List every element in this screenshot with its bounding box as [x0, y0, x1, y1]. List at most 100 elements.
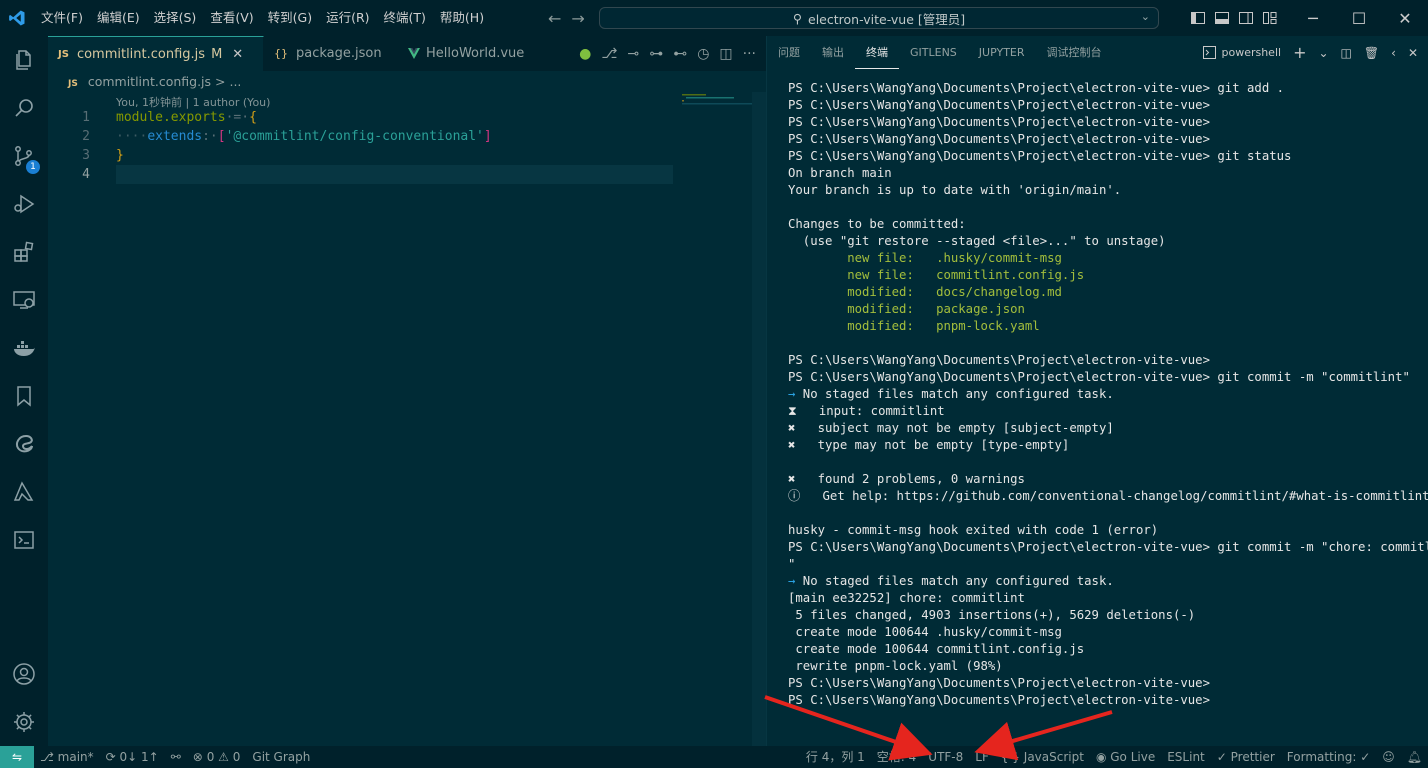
remote-explorer-icon[interactable] [0, 276, 48, 324]
extensions-icon[interactable] [0, 228, 48, 276]
source-control-icon[interactable]: 1 [0, 132, 48, 180]
remote-indicator-icon[interactable]: ⇋ [0, 746, 34, 768]
shell-selector[interactable]: powershell [1203, 46, 1281, 59]
line-number: 1 [82, 110, 90, 125]
terminal-line: ⓘ Get help: https://github.com/conventio… [788, 488, 1428, 505]
git-compare-icon[interactable]: ⚯ [165, 746, 187, 768]
timeline-icon[interactable]: ◷ [697, 46, 709, 62]
git-next-icon[interactable]: ⊷ [673, 46, 687, 62]
split-terminal-icon[interactable]: ◫ [1341, 46, 1352, 60]
feedback-icon[interactable]: ☺ [1376, 746, 1401, 768]
modified-indicator: M [211, 46, 223, 62]
menu-selection[interactable]: 选择(S) [147, 0, 204, 36]
indentation[interactable]: 空格: 4 [871, 746, 923, 768]
git-commit-icon[interactable]: ⊶ [649, 46, 663, 62]
search-icon: ⚲ [792, 10, 803, 26]
terminal-line-text: No staged files match any configured tas… [795, 387, 1114, 401]
settings-gear-icon[interactable] [0, 698, 48, 746]
command-center[interactable]: ⚲ electron-vite-vue [管理员] ⌄ [599, 7, 1159, 29]
toggle-secondary-sidebar-icon[interactable] [1238, 10, 1254, 26]
formatting-status[interactable]: Formatting: ✓ [1281, 746, 1376, 768]
tab-debug-console[interactable]: 调试控制台 [1036, 36, 1113, 69]
branch-status[interactable]: ⎇ main* [34, 746, 100, 768]
search-icon[interactable] [0, 84, 48, 132]
chevron-down-icon[interactable]: ⌄ [1318, 46, 1328, 60]
account-icon[interactable] [0, 650, 48, 698]
tab-jupyter[interactable]: JUPYTER [968, 36, 1036, 69]
trash-icon[interactable]: 🗑 [1364, 46, 1379, 60]
terminal-line: PS C:\Users\WangYang\Documents\Project\e… [788, 80, 1428, 97]
explorer-icon[interactable] [0, 36, 48, 84]
edge-icon[interactable] [0, 420, 48, 468]
toggle-panel-icon[interactable] [1214, 10, 1230, 26]
terminal-line-text: PS C:\Users\WangYang\Documents\Project\e… [788, 540, 1428, 554]
more-actions-icon[interactable]: ··· [743, 46, 756, 62]
terminal-line: PS C:\Users\WangYang\Documents\Project\e… [788, 539, 1428, 556]
cursor-position[interactable]: 行 4，列 1 [800, 746, 871, 768]
bookmarks-icon[interactable] [0, 372, 48, 420]
breadcrumb-rest[interactable]: ... [229, 74, 241, 89]
prettier-status[interactable]: ✓ Prettier [1211, 746, 1281, 768]
terminal-line: modified: docs/changelog.md [788, 284, 1428, 301]
tab-helloworld-vue[interactable]: HelloWorld.vue [398, 36, 546, 71]
code-line: 3 } [48, 146, 766, 165]
eslint-status[interactable]: ESLint [1161, 746, 1211, 768]
warning-icon: ⚠ [218, 750, 229, 764]
language-mode[interactable]: { } JavaScript [995, 746, 1090, 768]
terminal-line: ✖ subject may not be empty [subject-empt… [788, 420, 1428, 437]
terminal-line-text: PS C:\Users\WangYang\Documents\Project\e… [788, 693, 1210, 707]
menu-edit[interactable]: 编辑(E) [90, 0, 147, 36]
shell-name: powershell [1221, 46, 1282, 59]
docker-icon[interactable] [0, 324, 48, 372]
end-of-line[interactable]: LF [969, 746, 995, 768]
code-editor[interactable]: 1 module.exports·=·{ 2 ····extends:·['@c… [48, 108, 766, 184]
tab-output[interactable]: 输出 [811, 36, 855, 69]
chevron-down-icon[interactable]: ⌄ [1141, 10, 1150, 23]
tab-gitlens[interactable]: GITLENS [899, 36, 968, 69]
menu-help[interactable]: 帮助(H) [433, 0, 491, 36]
maximize-icon[interactable]: ☐ [1336, 0, 1382, 36]
open-changes-icon[interactable]: ⎇ [601, 46, 617, 62]
menu-run[interactable]: 运行(R) [319, 0, 376, 36]
minimap[interactable] [682, 92, 752, 746]
toggle-primary-sidebar-icon[interactable] [1190, 10, 1206, 26]
tab-terminal[interactable]: 终端 [855, 36, 899, 69]
menu-file[interactable]: 文件(F) [34, 0, 90, 36]
close-tab-icon[interactable]: ✕ [232, 47, 243, 62]
chevron-left-icon[interactable]: ‹ [1391, 46, 1396, 60]
tab-problems[interactable]: 问题 [767, 36, 811, 69]
git-graph-button[interactable]: Git Graph [246, 746, 316, 768]
encoding[interactable]: UTF-8 [922, 746, 969, 768]
tab-commitlint-config[interactable]: JS commitlint.config.js M ✕ [48, 36, 264, 71]
close-icon[interactable]: ✕ [1382, 0, 1428, 36]
split-editor-icon[interactable]: ◫ [719, 46, 732, 62]
tab-label: package.json [296, 46, 382, 61]
forward-arrow-icon[interactable]: → [571, 9, 584, 28]
breadcrumb-file[interactable]: commitlint.config.js [88, 74, 211, 89]
tab-package-json[interactable]: {} package.json [264, 36, 398, 71]
testing-icon[interactable] [0, 468, 48, 516]
menu-view[interactable]: 查看(V) [203, 0, 260, 36]
git-previous-icon[interactable]: ⊸ [627, 46, 639, 62]
vertical-scrollbar[interactable] [752, 92, 766, 746]
terminal-output[interactable]: PS C:\Users\WangYang\Documents\Project\e… [788, 80, 1428, 709]
terminal-line-text: PS C:\Users\WangYang\Documents\Project\e… [788, 81, 1285, 95]
go-live-button[interactable]: ◉ Go Live [1090, 746, 1161, 768]
new-terminal-icon[interactable]: + [1293, 43, 1306, 62]
back-arrow-icon[interactable]: ← [548, 9, 561, 28]
minimize-icon[interactable]: ─ [1290, 0, 1336, 36]
close-panel-icon[interactable]: ✕ [1408, 46, 1418, 60]
terminal-icon[interactable] [0, 516, 48, 564]
notifications-bell-icon[interactable]: 🔔︎ [1401, 746, 1428, 768]
menu-go[interactable]: 转到(G) [261, 0, 319, 36]
problems-status[interactable]: ⊗ 0 ⚠ 0 [187, 746, 247, 768]
sync-status[interactable]: ⟳ 0↓ 1↑ [100, 746, 165, 768]
terminal-line: 5 files changed, 4903 insertions(+), 562… [788, 607, 1428, 624]
copilot-icon[interactable]: ● [579, 46, 591, 62]
customize-layout-icon[interactable] [1262, 10, 1278, 26]
run-debug-icon[interactable] [0, 180, 48, 228]
menu-terminal[interactable]: 终端(T) [377, 0, 433, 36]
line-content: ····extends:·['@commitlint/config-conven… [116, 127, 492, 146]
